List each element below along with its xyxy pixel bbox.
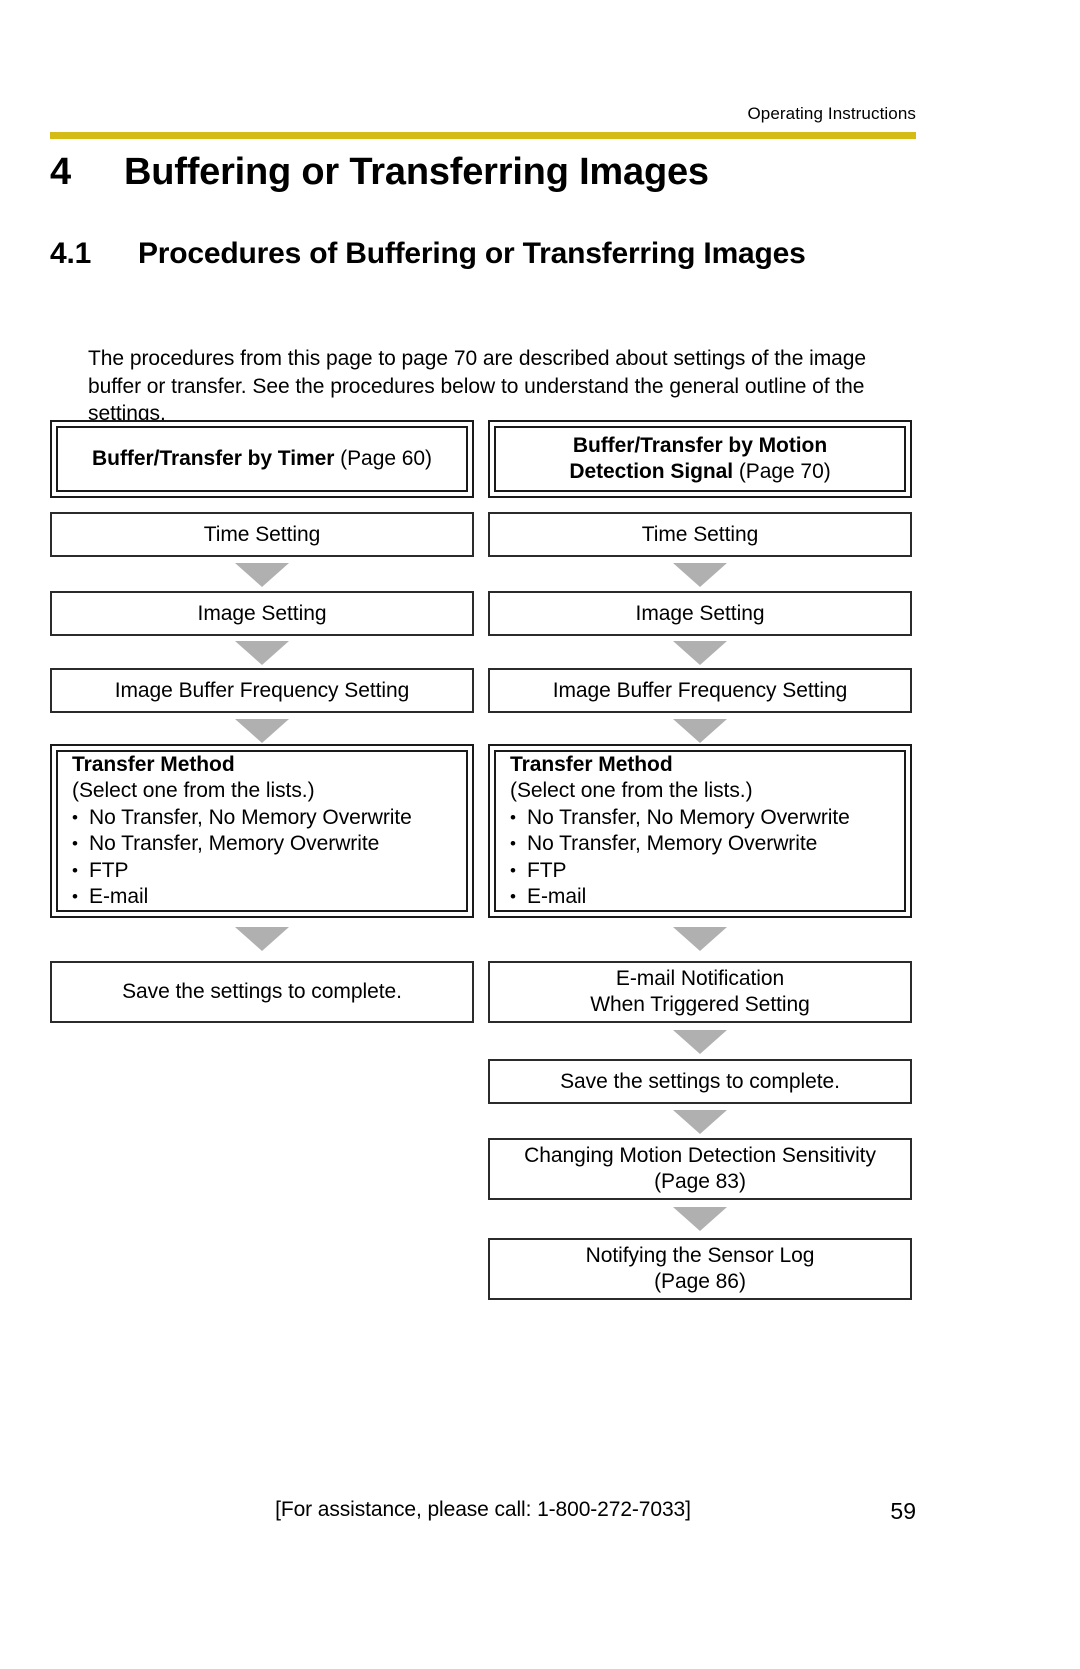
left-transfer-method-options: No Transfer, No Memory Overwrite No Tran… <box>72 805 412 911</box>
left-transfer-method-subtitle: (Select one from the lists.) <box>72 779 315 802</box>
right-save-box: Save the settings to complete. <box>488 1059 912 1104</box>
procedure-flowchart: Buffer/Transfer by Timer (Page 60) Time … <box>0 0 1080 1669</box>
right-email-notification-line2: When Triggered Setting <box>590 993 810 1016</box>
list-item: E-mail <box>510 884 850 911</box>
left-step-label: Image Setting <box>197 601 327 625</box>
right-transfer-method-options: No Transfer, No Memory Overwrite No Tran… <box>510 805 850 911</box>
arrow-down-icon <box>235 641 289 665</box>
right-transfer-method-subtitle: (Select one from the lists.) <box>510 779 753 802</box>
left-transfer-method-box: Transfer Method (Select one from the lis… <box>50 744 474 918</box>
arrow-down-icon <box>673 927 727 951</box>
arrow-down-icon <box>235 927 289 951</box>
right-transfer-method-heading: Transfer Method <box>510 752 673 776</box>
right-start-bold-line1: Buffer/Transfer by Motion <box>572 434 828 457</box>
document-page: Operating Instructions 4 Buffering or Tra… <box>0 0 1080 1669</box>
right-step-image-setting: Image Setting <box>488 591 912 636</box>
list-item: FTP <box>72 858 412 885</box>
list-item: E-mail <box>72 884 412 911</box>
list-item: No Transfer, No Memory Overwrite <box>510 805 850 832</box>
arrow-down-icon <box>673 1110 727 1134</box>
right-step-label: Image Setting <box>635 601 765 625</box>
arrow-down-icon <box>235 563 289 587</box>
left-step-label: Image Buffer Frequency Setting <box>114 678 410 702</box>
left-step-buffer-frequency: Image Buffer Frequency Setting <box>50 668 474 713</box>
page-footer: [For assistance, please call: 1-800-272-… <box>50 1498 916 1528</box>
arrow-down-icon <box>235 719 289 743</box>
right-email-notification-box: E-mail Notification When Triggered Setti… <box>488 961 912 1023</box>
left-transfer-method-heading: Transfer Method <box>72 752 235 776</box>
left-start-bold: Buffer/Transfer by Timer <box>92 447 335 470</box>
right-start-bold-line2: Detection Signal <box>569 460 734 483</box>
footer-page-number: 59 <box>890 1498 916 1524</box>
left-start-page: (Page 60) <box>334 447 432 470</box>
list-item: No Transfer, No Memory Overwrite <box>72 805 412 832</box>
footer-assistance-text: [For assistance, please call: 1-800-272-… <box>275 1498 691 1521</box>
right-step-buffer-frequency: Image Buffer Frequency Setting <box>488 668 912 713</box>
right-sensitivity-line2: (Page 83) <box>654 1170 746 1193</box>
left-end-save-box: Save the settings to complete. <box>50 961 474 1023</box>
list-item: No Transfer, Memory Overwrite <box>72 831 412 858</box>
left-step-label: Time Setting <box>203 522 321 546</box>
left-end-label: Save the settings to complete. <box>122 980 402 1003</box>
right-transfer-method-box: Transfer Method (Select one from the lis… <box>488 744 912 918</box>
right-email-notification-line1: E-mail Notification <box>615 967 785 990</box>
arrow-down-icon <box>673 563 727 587</box>
right-sensor-log-box: Notifying the Sensor Log (Page 86) <box>488 1238 912 1300</box>
right-save-label: Save the settings to complete. <box>560 1069 840 1093</box>
right-start-box: Buffer/Transfer by Motion Detection Sign… <box>488 420 912 498</box>
left-step-time-setting: Time Setting <box>50 512 474 557</box>
arrow-down-icon <box>673 1030 727 1054</box>
left-start-box: Buffer/Transfer by Timer (Page 60) <box>50 420 474 498</box>
right-start-page: (Page 70) <box>733 460 831 483</box>
arrow-down-icon <box>673 1207 727 1231</box>
right-sensor-log-line2: (Page 86) <box>654 1270 746 1293</box>
right-sensitivity-line1: Changing Motion Detection Sensitivity <box>524 1144 876 1167</box>
right-step-time-setting: Time Setting <box>488 512 912 557</box>
right-step-label: Time Setting <box>641 522 759 546</box>
right-step-label: Image Buffer Frequency Setting <box>552 678 848 702</box>
right-sensitivity-box: Changing Motion Detection Sensitivity (P… <box>488 1138 912 1200</box>
arrow-down-icon <box>673 641 727 665</box>
right-sensor-log-line1: Notifying the Sensor Log <box>585 1244 815 1267</box>
list-item: FTP <box>510 858 850 885</box>
list-item: No Transfer, Memory Overwrite <box>510 831 850 858</box>
left-step-image-setting: Image Setting <box>50 591 474 636</box>
arrow-down-icon <box>673 719 727 743</box>
